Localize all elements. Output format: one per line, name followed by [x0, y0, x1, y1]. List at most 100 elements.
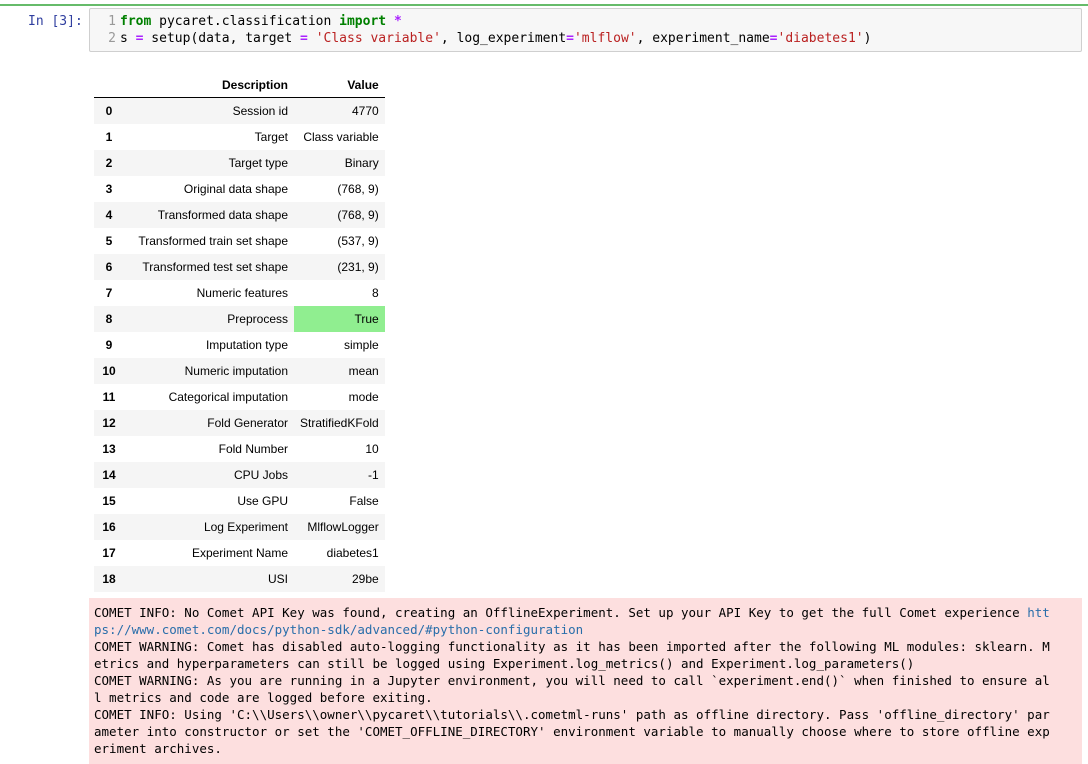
code-token: 'mlflow': [573, 31, 637, 46]
value-cell: (231, 9): [337, 260, 379, 274]
description-cell: Target: [254, 130, 288, 144]
table-row: 16 Log Experiment MlflowLogger: [94, 514, 385, 540]
input-prompt: In [3]:: [28, 14, 83, 29]
stderr-text: COMET INFO: Using 'C:\\Users\\owner\\pyc…: [94, 707, 1050, 722]
code-line[interactable]: 1 from pycaret.classification import *: [90, 13, 402, 30]
code-line[interactable]: 2s = setup(data, target = 'Class variabl…: [90, 30, 871, 47]
stderr-line: COMET INFO: No Comet API Key was found, …: [94, 604, 1076, 621]
row-index: 18: [102, 572, 116, 586]
description-cell: Experiment Name: [191, 546, 288, 560]
row-index: 0: [105, 104, 113, 118]
line-number: 1: [108, 14, 116, 29]
value-cell: 4770: [352, 104, 379, 118]
table-row: 14 CPU Jobs -1: [94, 462, 385, 488]
code-input-area[interactable]: 1 from pycaret.classification import * 2 s …: [89, 8, 1082, 52]
code-token: ): [863, 31, 872, 46]
table-row: 8 Preprocess True: [94, 306, 385, 332]
stderr-text: ameter into constructor or set the 'COME…: [94, 724, 1050, 739]
row-index: 12: [102, 416, 116, 430]
table-row: 5 Transformed train set shape (537, 9): [94, 228, 385, 254]
code-token: =: [566, 31, 574, 46]
line-number: 2: [108, 31, 116, 46]
value-cell: False: [349, 494, 379, 508]
code-token: 'diabetes1': [777, 31, 864, 46]
description-cell: Fold Generator: [207, 416, 288, 430]
row-index: 8: [105, 312, 113, 326]
index-header: [94, 72, 124, 98]
row-index: 7: [105, 286, 113, 300]
table-row: 4 Transformed data shape (768, 9): [94, 202, 385, 228]
value-cell: 8: [372, 286, 379, 300]
row-index: 10: [102, 364, 116, 378]
row-index: 16: [102, 520, 116, 534]
code-token: import: [339, 14, 387, 29]
description-cell: Target type: [228, 156, 288, 170]
stderr-line: COMET WARNING: As you are running in a J…: [94, 672, 1076, 689]
table-row: 18 USI 29be: [94, 566, 385, 592]
stderr-line: ps://www.comet.com/docs/python-sdk/advan…: [94, 621, 1076, 638]
stderr-line: COMET INFO: Using 'C:\\Users\\owner\\pyc…: [94, 706, 1076, 723]
table-row: 6 Transformed test set shape (231, 9): [94, 254, 385, 280]
description-cell: Numeric features: [196, 286, 288, 300]
code-token: from: [120, 14, 152, 29]
row-index: 14: [102, 468, 116, 482]
row-index: 9: [105, 338, 113, 352]
table-row: 17 Experiment Name diabetes1: [94, 540, 385, 566]
table-row: 2 Target type Binary: [94, 150, 385, 176]
table-row: 9 Imputation type simple: [94, 332, 385, 358]
row-index: 4: [105, 208, 113, 222]
value-cell: Binary: [344, 156, 379, 170]
stderr-line: ameter into constructor or set the 'COME…: [94, 723, 1076, 740]
description-cell: Preprocess: [227, 312, 288, 326]
value-cell: MlflowLogger: [307, 520, 379, 534]
table-header-row: Description Value: [94, 72, 385, 98]
description-cell: Session id: [232, 104, 288, 118]
docs-link[interactable]: htt: [1027, 605, 1050, 620]
docs-link[interactable]: ps://www.comet.com/docs/python-sdk/advan…: [94, 622, 583, 637]
value-cell: 10: [365, 442, 379, 456]
stderr-text: eriment archives.: [94, 741, 222, 756]
value-cell: True: [294, 306, 385, 332]
code-token: setup(data, target: [143, 31, 301, 46]
value-cell: Class variable: [303, 130, 379, 144]
row-index: 1: [105, 130, 113, 144]
code-token: *: [393, 14, 402, 29]
stderr-line: l metrics and code are logged before exi…: [94, 689, 1076, 706]
description-cell: Fold Number: [218, 442, 288, 456]
row-index: 2: [105, 156, 113, 170]
table-row: 13 Fold Number 10: [94, 436, 385, 462]
description-cell: Original data shape: [183, 182, 288, 196]
stderr-output: COMET INFO: No Comet API Key was found, …: [89, 598, 1082, 764]
code-token: 'Class variable': [315, 31, 441, 46]
code-token: pycaret.classification: [151, 14, 340, 29]
description-cell: Imputation type: [205, 338, 288, 352]
value-cell: mode: [348, 390, 379, 404]
description-cell: Use GPU: [237, 494, 288, 508]
stderr-text: COMET INFO: No Comet API Key was found, …: [94, 605, 1028, 620]
description-cell: Log Experiment: [203, 520, 288, 534]
stderr-text: etrics and hyperparameters can still be …: [94, 656, 915, 671]
value-cell: (537, 9): [337, 234, 379, 248]
description-cell: Categorical imputation: [168, 390, 288, 404]
table-row: 15 Use GPU False: [94, 488, 385, 514]
setup-table: Description Value 0 Session id 4770 1 Target…: [94, 72, 385, 592]
description-header: Description: [124, 72, 294, 98]
stderr-text: l metrics and code are logged before exi…: [94, 690, 433, 705]
row-index: 3: [105, 182, 113, 196]
row-index: 17: [102, 546, 116, 560]
table-row: 3 Original data shape (768, 9): [94, 176, 385, 202]
code-token: =: [300, 31, 308, 46]
row-index: 5: [105, 234, 113, 248]
value-cell: (768, 9): [337, 182, 379, 196]
code-token: , experiment_name: [636, 31, 770, 46]
stderr-text: COMET WARNING: Comet has disabled auto-l…: [94, 639, 1050, 654]
row-index: 6: [105, 260, 113, 274]
code-token: s: [120, 31, 136, 46]
value-cell: simple: [344, 338, 379, 352]
table-row: 11 Categorical imputation mode: [94, 384, 385, 410]
value-cell: (768, 9): [337, 208, 379, 222]
value-cell: -1: [368, 468, 379, 482]
value-cell: diabetes1: [326, 546, 379, 560]
